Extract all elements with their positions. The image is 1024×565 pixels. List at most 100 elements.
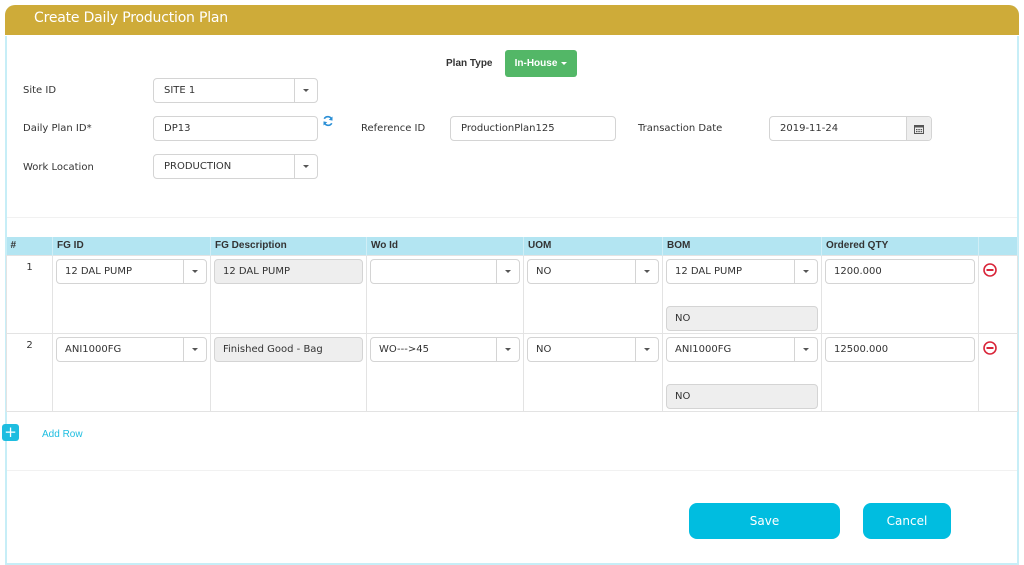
reference-id-input[interactable]: ProductionPlan125 [450,116,616,141]
fg-description-cell: 12 DAL PUMP [210,254,367,334]
plan-type-label: Plan Type [446,58,493,69]
fg-description-value: Finished Good - Bag [223,343,323,355]
ordered-qty-input[interactable]: 12500.000 [825,336,975,362]
fg-description-value: 12 DAL PUMP [223,265,291,277]
wo-id-dropdown-toggle[interactable] [496,259,519,283]
wo-id-select[interactable]: WO--->45 [370,336,520,362]
bom-dropdown-toggle[interactable] [794,259,817,283]
column-header-fg-id: FG ID [52,237,211,255]
caret-down-icon [803,347,809,351]
ordered-qty-value: 1200.000 [834,265,882,277]
transaction-date-label: Transaction Date [638,123,723,134]
fg-description-field: 12 DAL PUMP [214,258,363,284]
uom-cell: NO [523,254,663,334]
panel-header: Create Daily Production Plan [5,5,1019,36]
fg-id-dropdown-toggle[interactable] [183,259,206,283]
cancel-button[interactable]: Cancel [863,503,951,539]
fg-description-field: Finished Good - Bag [214,336,363,362]
bom-uom-value: NO [675,390,691,402]
work-location-value: PRODUCTION [164,161,232,172]
uom-select[interactable]: NO [527,336,659,362]
uom-dropdown-toggle[interactable] [635,337,658,361]
bom-dropdown-toggle[interactable] [794,337,817,361]
fg-description-cell: Finished Good - Bag [210,332,367,412]
production-items-table: # FG ID FG Description Wo Id UOM BOM Ord… [6,237,1018,412]
calendar-icon [914,124,924,134]
remove-row-icon[interactable] [983,340,997,355]
column-header-ordered-qty: Ordered QTY [821,237,979,255]
fg-id-dropdown-toggle[interactable] [183,337,206,361]
refresh-icon[interactable] [322,115,334,127]
row-number: 2 [6,332,53,412]
table-header-row: # FG ID FG Description Wo Id UOM BOM Ord… [6,237,1018,255]
transaction-date-input[interactable]: 2019-11-24 [769,116,932,141]
uom-value: NO [536,265,552,277]
uom-select[interactable]: NO [527,258,659,284]
caret-down-icon [505,269,511,273]
caret-down-icon [192,269,198,273]
plus-icon: + [4,423,17,441]
ordered-qty-cell: 12500.000 [821,332,979,412]
caret-down-icon [505,347,511,351]
column-header-number: # [6,237,53,255]
bom-uom-value: NO [675,312,691,324]
site-id-label: Site ID [23,85,57,96]
wo-id-dropdown-toggle[interactable] [496,337,519,361]
uom-dropdown-toggle[interactable] [635,259,658,283]
table-row: 2 ANI1000FG Finished Good - Bag WO--->45 [6,332,1018,412]
work-location-label: Work Location [23,162,94,173]
bom-select[interactable]: ANI1000FG [666,336,818,362]
plan-type-value: In-House [514,58,558,69]
remove-row-icon[interactable] [983,262,997,277]
wo-id-select[interactable] [370,258,520,284]
section-divider [7,217,1017,218]
actions-cell [978,254,1018,334]
uom-cell: NO [523,332,663,412]
actions-cell [978,332,1018,412]
ordered-qty-input[interactable]: 1200.000 [825,258,975,284]
fg-id-cell: ANI1000FG [52,332,211,412]
table-row: 1 12 DAL PUMP 12 DAL PUMP NO 12 DAL PUMP… [6,254,1018,334]
fg-id-value: ANI1000FG [65,343,122,355]
reference-id-label: Reference ID [361,123,426,134]
column-header-bom: BOM [662,237,822,255]
daily-plan-id-input[interactable]: DP13 [153,116,318,141]
bom-select[interactable]: 12 DAL PUMP [666,258,818,284]
fg-id-select[interactable]: ANI1000FG [56,336,207,362]
ordered-qty-cell: 1200.000 [821,254,979,334]
column-header-actions [978,237,1018,255]
bom-uom-field: NO [666,383,818,409]
column-header-wo-id: Wo Id [366,237,524,255]
add-row-link[interactable]: Add Row [42,429,83,440]
bom-value: ANI1000FG [675,343,732,355]
column-header-fg-description: FG Description [210,237,367,255]
fg-id-value: 12 DAL PUMP [65,265,133,277]
fg-id-select[interactable]: 12 DAL PUMP [56,258,207,284]
site-id-select[interactable]: SITE 1 [153,78,318,103]
column-header-uom: UOM [523,237,663,255]
transaction-date-value: 2019-11-24 [780,123,839,134]
bom-cell: 12 DAL PUMP NO [662,254,822,334]
fg-id-cell: 12 DAL PUMP [52,254,211,334]
calendar-button[interactable] [906,117,931,140]
save-button[interactable]: Save [689,503,840,539]
work-location-dropdown-toggle[interactable] [294,155,317,178]
daily-plan-id-value: DP13 [164,123,191,134]
caret-down-icon [644,269,650,273]
footer-divider [7,470,1017,471]
uom-value: NO [536,343,552,355]
site-id-value: SITE 1 [164,85,196,96]
bom-cell: ANI1000FG NO [662,332,822,412]
reference-id-value: ProductionPlan125 [461,123,555,134]
plan-type-dropdown[interactable]: In-House [505,50,577,77]
caret-down-icon [561,62,568,65]
page-title: Create Daily Production Plan [34,10,228,26]
caret-down-icon [192,347,198,351]
work-location-select[interactable]: PRODUCTION [153,154,318,179]
caret-down-icon [644,347,650,351]
add-row-button[interactable]: + [2,424,19,441]
site-id-dropdown-toggle[interactable] [294,79,317,102]
wo-id-cell [366,254,524,334]
caret-down-icon [303,89,309,92]
ordered-qty-value: 12500.000 [834,343,889,355]
